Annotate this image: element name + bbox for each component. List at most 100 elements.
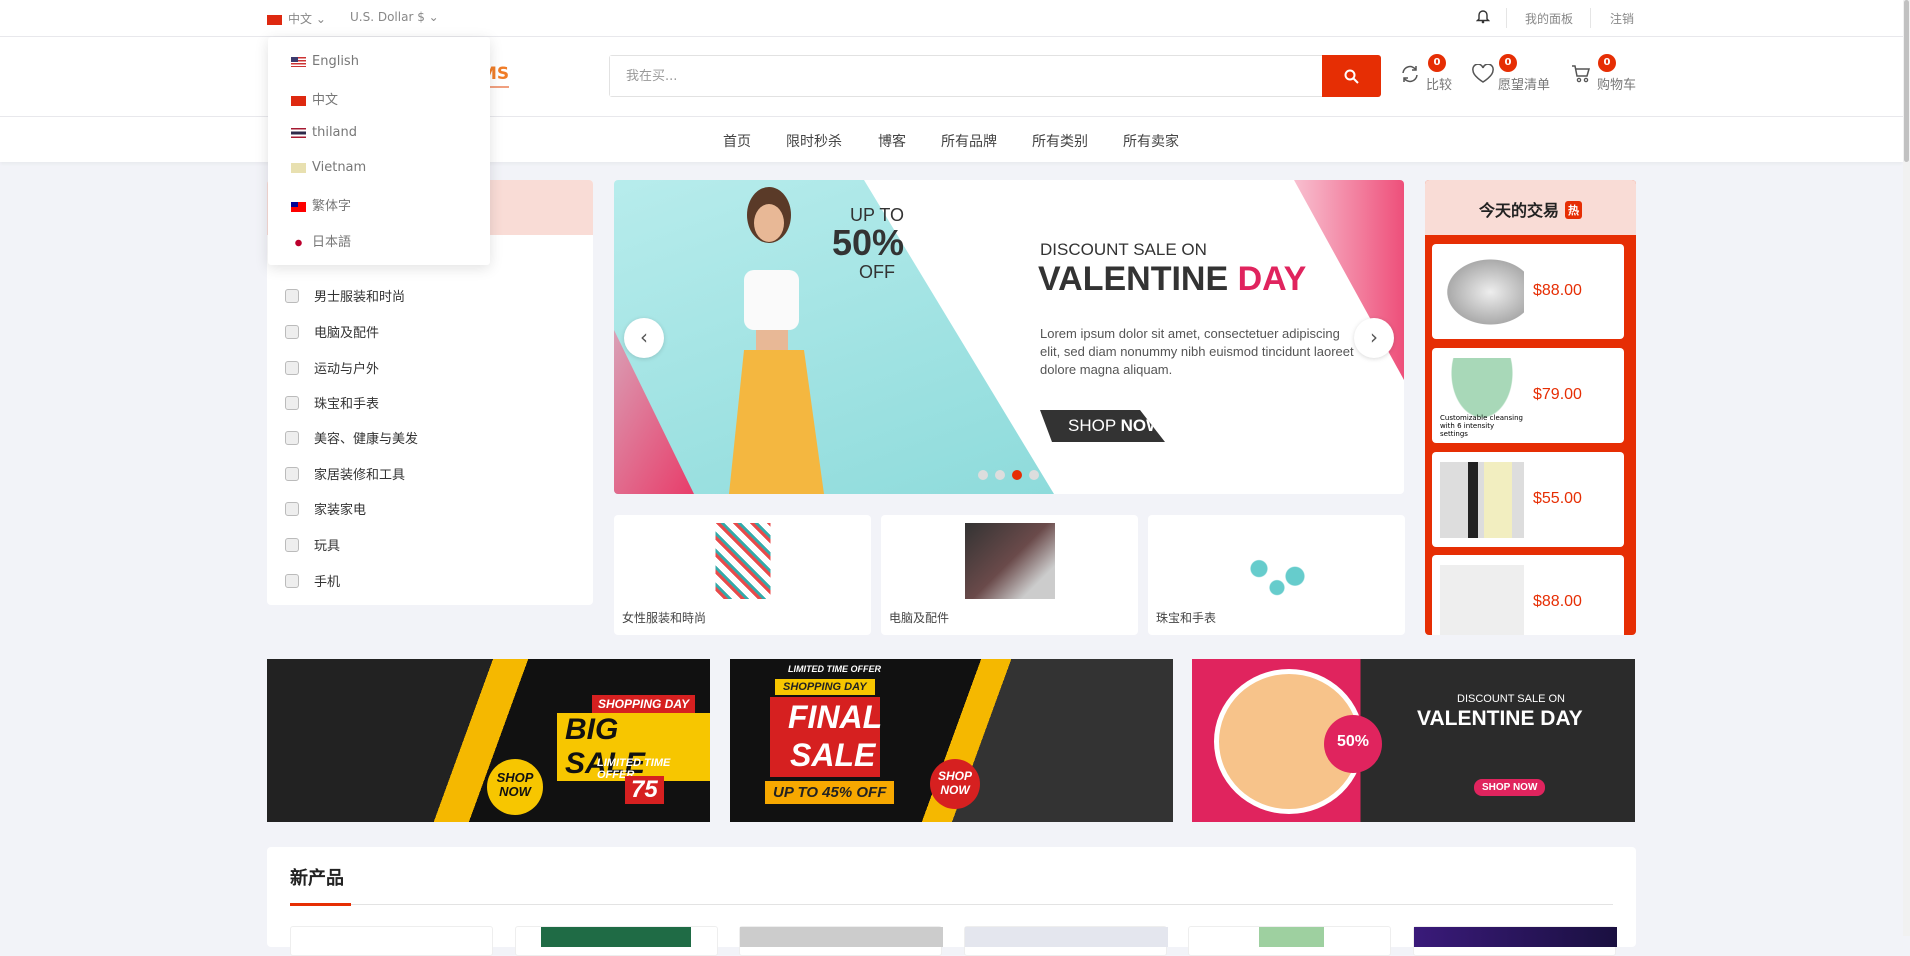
cart-button[interactable]: 0 购物车: [1571, 54, 1641, 98]
product-card[interactable]: [964, 926, 1168, 956]
category-card[interactable]: 电脑及配件: [881, 515, 1138, 635]
slide-shop-now-button[interactable]: SHOP NOW: [1040, 410, 1165, 442]
category-item[interactable]: 玩具: [285, 535, 340, 554]
banner-badge: 50%: [1324, 715, 1382, 773]
category-icon: [285, 324, 299, 339]
banner-subtitle: UP TO 45% OFF: [765, 781, 895, 804]
search-button[interactable]: [1322, 55, 1381, 97]
search-input[interactable]: [610, 56, 1310, 96]
hero-slider[interactable]: UP TO 50% OFF DISCOUNT SALE ON VALENTINE…: [614, 180, 1404, 494]
promo-banner-final-sale[interactable]: LIMITED TIME OFFER SHOPPING DAY FINAL SA…: [730, 659, 1173, 822]
deal-image: [1440, 462, 1524, 538]
deal-item[interactable]: $55.00: [1432, 452, 1624, 547]
nav-blog[interactable]: 博客: [878, 131, 906, 151]
deal-item[interactable]: $88.00: [1432, 555, 1624, 635]
slider-dot[interactable]: [978, 470, 988, 480]
nav-sellers[interactable]: 所有卖家: [1123, 131, 1179, 151]
slide-body-text: Lorem ipsum dolor sit amet, consectetuer…: [1040, 326, 1354, 377]
deal-image: Customizable cleansing with 6 intensity …: [1440, 358, 1524, 438]
flag-vn-icon: [291, 162, 306, 173]
category-item[interactable]: 电脑及配件: [285, 322, 379, 341]
banner-tag: DISCOUNT SALE ON: [1457, 693, 1565, 705]
slider-dot[interactable]: [995, 470, 1005, 480]
slider-next-button[interactable]: ›: [1354, 318, 1394, 358]
banner-title-line2: SALE: [790, 737, 876, 773]
dashboard-link[interactable]: 我的面板: [1525, 10, 1573, 27]
language-option-english[interactable]: English: [291, 54, 359, 69]
language-label: 中文: [288, 12, 313, 26]
category-card[interactable]: 珠宝和手表: [1148, 515, 1405, 635]
category-label: 美容、健康与美发: [314, 432, 419, 447]
scrollbar-thumb[interactable]: [1904, 0, 1909, 162]
language-option-japanese[interactable]: 日本語: [291, 231, 351, 250]
product-card[interactable]: [1413, 926, 1617, 956]
category-icon: [285, 537, 299, 552]
category-label: 电脑及配件: [314, 326, 380, 341]
deals-title: 今天的交易: [1478, 201, 1559, 220]
cta-text-bold: NOW: [1120, 416, 1163, 435]
category-item[interactable]: 家装家电: [285, 499, 366, 518]
deal-image: [1440, 565, 1524, 635]
category-item[interactable]: 美容、健康与美发: [285, 428, 418, 447]
banner-top-text: LIMITED TIME OFFER: [788, 664, 881, 674]
banner-shop-now: SHOP NOW: [487, 759, 543, 815]
hot-badge: 热: [1565, 201, 1582, 219]
slide-heading-main: VALENTINE: [1038, 260, 1229, 298]
banner-shop-now: SHOP NOW: [1474, 779, 1546, 796]
category-item[interactable]: 运动与户外: [285, 358, 379, 377]
section-divider: [290, 904, 1613, 905]
category-label: 玩具: [314, 539, 341, 554]
nav-categories[interactable]: 所有类别: [1032, 131, 1088, 151]
flag-us-icon: [291, 56, 306, 67]
slider-dot[interactable]: [1029, 470, 1039, 480]
top-bar: 中文 ⌄ U.S. Dollar $ ⌄ 我的面板 注销: [0, 0, 1903, 37]
slider-prev-button[interactable]: ‹: [624, 318, 664, 358]
cart-icon: [1572, 65, 1590, 83]
logout-link[interactable]: 注销: [1610, 10, 1634, 27]
currency-selector[interactable]: U.S. Dollar $ ⌄: [350, 10, 439, 24]
category-label: 男士服装和时尚: [314, 290, 406, 305]
product-card[interactable]: [739, 926, 943, 956]
category-item[interactable]: 珠宝和手表: [285, 393, 379, 412]
language-option-traditional-chinese[interactable]: 繁体字: [291, 195, 351, 214]
language-option-vietnam[interactable]: Vietnam: [291, 160, 366, 175]
option-label: 日本語: [312, 235, 352, 250]
promo-banner-valentine[interactable]: 50% DISCOUNT SALE ON VALENTINE DAY SHOP …: [1192, 659, 1635, 822]
category-label: 家居装修和工具: [314, 468, 406, 483]
deal-item[interactable]: Customizable cleansing with 6 intensity …: [1432, 348, 1624, 443]
deal-item[interactable]: $88.00: [1432, 244, 1624, 339]
category-item[interactable]: 家居装修和工具: [285, 464, 405, 483]
wishlist-button[interactable]: 0 愿望清单: [1471, 54, 1561, 98]
category-card-label: 女性服装和時尚: [622, 611, 707, 625]
product-card[interactable]: [290, 926, 493, 956]
nav-brands[interactable]: 所有品牌: [941, 131, 997, 151]
banner-discount: 75: [625, 776, 664, 804]
search-bar: [609, 55, 1381, 97]
product-image: [1259, 927, 1324, 947]
category-icon: [285, 466, 299, 481]
promo-banner-big-sale[interactable]: SHOPPING DAY BIG SALE LIMITED TIME OFFER…: [267, 659, 710, 822]
section-title: 新产品: [290, 868, 344, 889]
model-image: [729, 187, 824, 494]
compare-button[interactable]: 0 比较: [1400, 54, 1460, 98]
nav-flash-sale[interactable]: 限时秒杀: [786, 131, 842, 151]
product-card[interactable]: [1188, 926, 1391, 956]
language-option-chinese[interactable]: 中文: [291, 89, 338, 108]
product-card[interactable]: [515, 926, 718, 956]
category-item[interactable]: 手机: [285, 571, 340, 590]
compare-label: 比较: [1426, 78, 1453, 93]
slider-dot-active[interactable]: [1012, 470, 1022, 480]
category-item[interactable]: 男士服装和时尚: [285, 286, 405, 305]
wishlist-label: 愿望清单: [1498, 78, 1551, 93]
category-card[interactable]: 女性服装和時尚: [614, 515, 871, 635]
product-image: [1414, 927, 1617, 947]
bell-icon[interactable]: [1475, 8, 1491, 27]
wishlist-count-badge: 0: [1499, 54, 1517, 72]
flag-tw-icon: [291, 201, 306, 212]
language-option-thai[interactable]: thiland: [291, 125, 357, 140]
deals-header: 今天的交易热: [1425, 180, 1636, 235]
language-selector[interactable]: 中文 ⌄: [267, 10, 326, 27]
nav-home[interactable]: 首页: [723, 131, 751, 151]
product-image: [541, 927, 691, 947]
page-scrollbar[interactable]: [1903, 0, 1910, 936]
